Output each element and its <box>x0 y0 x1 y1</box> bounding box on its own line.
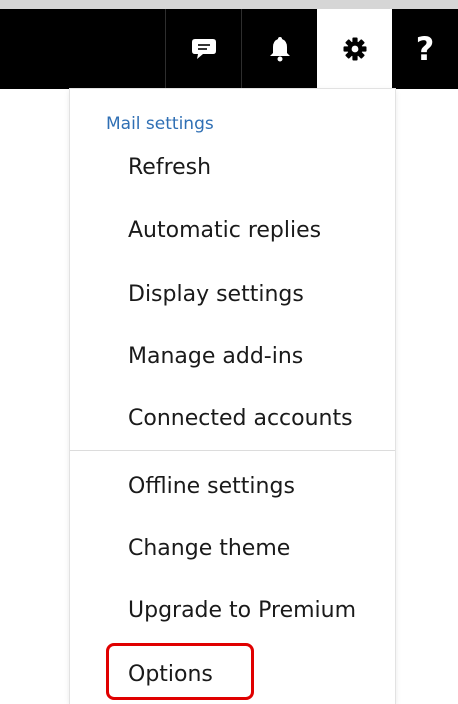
menu-item-label: Connected accounts <box>128 405 353 431</box>
settings-dropdown-menu: Mail settings Refresh Automatic replies … <box>70 89 395 704</box>
gear-icon <box>343 37 366 61</box>
question-mark-icon: ? <box>415 30 435 68</box>
menu-item-label: Options <box>128 661 213 687</box>
help-button[interactable]: ? <box>392 9 458 89</box>
settings-button[interactable] <box>317 9 392 89</box>
bell-icon <box>270 37 290 62</box>
menu-item-connected-accounts[interactable]: Connected accounts <box>70 396 395 440</box>
menu-item-label: Refresh <box>128 154 212 180</box>
menu-item-display-settings[interactable]: Display settings <box>70 272 395 316</box>
menu-item-upgrade-to-premium[interactable]: Upgrade to Premium <box>70 588 395 632</box>
menu-item-change-theme[interactable]: Change theme <box>70 526 395 570</box>
chat-button[interactable] <box>165 9 242 89</box>
menu-item-manage-add-ins[interactable]: Manage add-ins <box>70 334 395 378</box>
menu-item-offline-settings[interactable]: Offline settings <box>70 464 395 508</box>
menu-item-label: Automatic replies <box>128 217 322 243</box>
topbar-empty-area <box>0 9 165 89</box>
menu-item-options[interactable]: Options <box>70 652 395 696</box>
menu-divider <box>70 450 395 451</box>
menu-item-label: Offline settings <box>128 473 295 499</box>
menu-header: Mail settings <box>106 114 214 134</box>
top-navigation-bar: ? <box>0 9 458 89</box>
menu-item-label: Change theme <box>128 535 291 561</box>
menu-item-automatic-replies[interactable]: Automatic replies <box>70 208 395 252</box>
chat-bubble-icon <box>192 39 216 59</box>
notifications-button[interactable] <box>241 9 318 89</box>
window-top-strip <box>0 0 458 9</box>
menu-item-label: Manage add-ins <box>128 343 304 369</box>
menu-item-label: Display settings <box>128 281 304 307</box>
menu-item-label: Upgrade to Premium <box>128 597 357 623</box>
menu-item-refresh[interactable]: Refresh <box>70 145 395 189</box>
